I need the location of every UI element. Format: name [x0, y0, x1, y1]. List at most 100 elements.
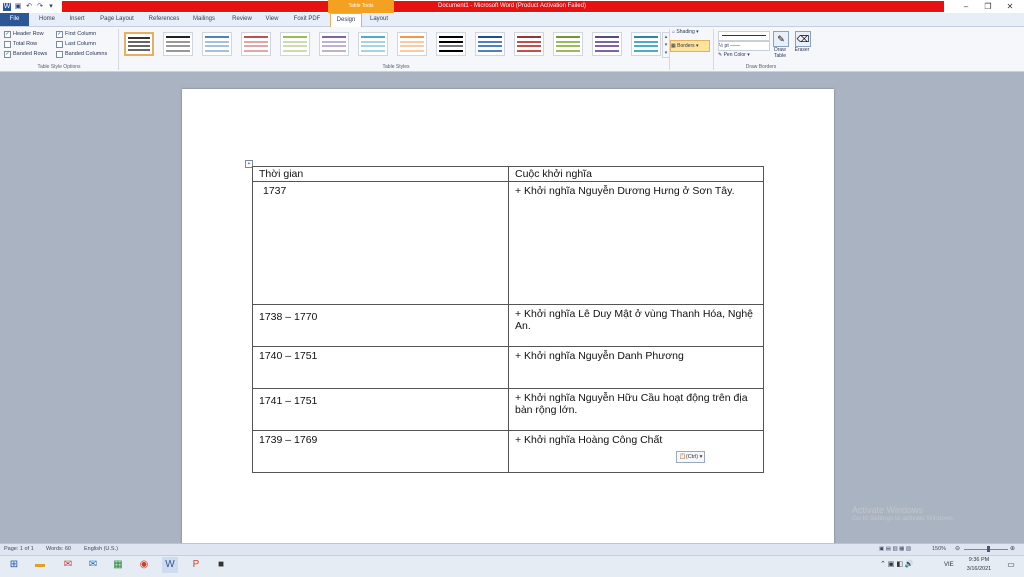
checkbox-checked-icon: ✓ [4, 30, 11, 38]
page-count[interactable]: Page: 1 of 1 [4, 543, 34, 555]
table-header-cell[interactable]: Thời gian [252, 166, 509, 182]
checkbox-empty-icon [56, 50, 63, 58]
window-title: Document1 - Microsoft Word (Product Acti… [438, 3, 586, 9]
restore-button[interactable]: ❐ [978, 0, 998, 13]
pen-color-button[interactable]: ✎ Pen Color ▾ [718, 52, 750, 58]
table-header-cell[interactable]: Cuộc khởi nghĩa [508, 166, 764, 182]
word-taskbar-icon[interactable]: W [162, 557, 178, 573]
tab-layout[interactable]: Layout [364, 13, 394, 26]
header-row-checkbox[interactable]: ✓ Header Row [4, 29, 47, 39]
tab-page-layout[interactable]: Page Layout [96, 13, 138, 26]
minimize-button[interactable]: – [956, 0, 976, 13]
zoom-level[interactable]: 150% [932, 543, 946, 555]
table-style-light-red[interactable] [241, 32, 271, 56]
table-row: 1741 – 1751 + Khởi nghĩa Nguyễn Hữu Cầu … [252, 388, 764, 431]
file-explorer-icon[interactable]: ▬ [32, 557, 48, 573]
draw-table-icon[interactable]: ✎ [773, 31, 789, 47]
zoom-out-icon[interactable]: ⊖ [955, 546, 960, 552]
zoom-thumb[interactable] [987, 546, 990, 552]
table-style-light-shading[interactable] [163, 32, 193, 56]
shading-icon: ⌂ [672, 29, 676, 35]
table-cell-uprising[interactable]: + Khởi nghĩa Nguyễn Danh Phương [508, 346, 764, 389]
checkbox-checked-icon: ✓ [4, 50, 11, 58]
system-tray-icons[interactable]: ⌃ ▣ ◧ 🔊 [880, 557, 914, 573]
table-cell-period[interactable]: 1739 – 1769 [252, 430, 509, 473]
table-style-medium-red[interactable] [514, 32, 544, 56]
language-indicator[interactable]: English (U.S.) [84, 543, 118, 555]
tab-design[interactable]: Design [330, 13, 362, 27]
table-style-plain-grid[interactable] [124, 32, 154, 56]
total-row-checkbox[interactable]: Total Row [4, 39, 47, 49]
paste-options-button[interactable]: 📋(Ctrl) ▾ [676, 451, 706, 463]
table-style-medium-black[interactable] [436, 32, 466, 56]
table-row: 1740 – 1751 + Khởi nghĩa Nguyễn Danh Phư… [252, 346, 764, 389]
table-row: 1738 – 1770 + Khởi nghĩa Lê Duy Mật ở vù… [252, 304, 764, 347]
banded-columns-checkbox[interactable]: Banded Columns [56, 49, 107, 59]
table-style-light-orange[interactable] [397, 32, 427, 56]
table-cell-period[interactable]: 1738 – 1770 [252, 304, 509, 347]
watermark-title: Activate Windows [852, 505, 924, 515]
last-column-checkbox[interactable]: Last Column [56, 39, 107, 49]
table-style-medium-aqua[interactable] [631, 32, 661, 56]
tab-file[interactable]: File [0, 13, 29, 26]
group-label-table-styles: Table Styles [382, 64, 410, 70]
tab-view[interactable]: View [262, 13, 282, 26]
banded-rows-checkbox[interactable]: ✓ Banded Rows [4, 49, 47, 59]
document-table: Thời gian Cuộc khởi nghĩa 1737 + Khởi ng… [252, 166, 764, 473]
table-cell-uprising[interactable]: + Khởi nghĩa Nguyễn Hữu Cầu hoạt động tr… [508, 388, 764, 431]
table-style-light-aqua[interactable] [358, 32, 388, 56]
borders-button[interactable]: ▦ Borders ▾ [670, 40, 710, 52]
table-cell-period[interactable]: 1741 – 1751 [252, 388, 509, 431]
zoom-slider[interactable]: ⊖ ⊕ [955, 546, 1017, 552]
clock[interactable]: 9:36 PM 3/16/2021 [962, 556, 996, 574]
checkbox-empty-icon [4, 40, 11, 48]
tab-home[interactable]: Home [34, 13, 60, 26]
line-weight-select[interactable]: ½ pt —— [718, 41, 770, 51]
word-count[interactable]: Words: 60 [46, 543, 71, 555]
table-style-light-green[interactable] [280, 32, 310, 56]
app-icon-dark[interactable]: ■ [213, 557, 229, 573]
view-buttons[interactable]: ▣ ▤ ▥ ▦ ▧ [879, 543, 911, 555]
group-label-style-options: Table Style Options [37, 64, 81, 70]
zoom-track [964, 549, 1008, 550]
input-language[interactable]: VIE [944, 557, 954, 573]
table-cell-period[interactable]: 1737 [252, 181, 509, 305]
eraser-icon[interactable]: ⌫ [795, 31, 811, 47]
table-cell-uprising[interactable]: + Khởi nghĩa Lê Duy Mật ở vùng Thanh Hóa… [508, 304, 764, 347]
table-cell-uprising[interactable]: + Khởi nghĩa Nguyễn Dương Hưng ở Sơn Tây… [508, 181, 764, 305]
draw-table-label: Draw Table [774, 47, 786, 59]
taskbar [0, 555, 1024, 577]
checkbox-checked-icon: ✓ [56, 30, 63, 38]
app-icon-red[interactable]: ✉ [60, 557, 76, 573]
start-icon[interactable]: ⊞ [6, 557, 22, 573]
first-column-checkbox[interactable]: ✓ First Column [56, 29, 107, 39]
table-style-light-blue[interactable] [202, 32, 232, 56]
table-cell-uprising[interactable]: + Khởi nghĩa Hoàng Công Chất [508, 430, 764, 473]
shading-button[interactable]: ⌂ Shading ▾ [672, 29, 699, 35]
zoom-in-icon[interactable]: ⊕ [1010, 546, 1015, 552]
table-style-medium-blue[interactable] [475, 32, 505, 56]
table-style-options: ✓ Header Row Total Row ✓ Banded Rows [4, 29, 47, 59]
table-style-medium-purple[interactable] [592, 32, 622, 56]
tab-references[interactable]: References [144, 13, 184, 26]
mail-icon[interactable]: ✉ [85, 557, 101, 573]
table-header-row: Thời gian Cuộc khởi nghĩa [252, 166, 764, 182]
line-style-select[interactable] [718, 31, 770, 41]
notifications-icon[interactable]: ▭ [1003, 557, 1019, 573]
tab-foxit-pdf[interactable]: Foxit PDF [289, 13, 325, 26]
table-cell-period[interactable]: 1740 – 1751 [252, 346, 509, 389]
tab-insert[interactable]: Insert [63, 13, 91, 26]
table-style-light-purple[interactable] [319, 32, 349, 56]
pen-icon: ✎ [718, 52, 723, 58]
excel-icon[interactable]: ▦ [110, 557, 126, 573]
tab-review[interactable]: Review [228, 13, 256, 26]
clock-date: 3/16/2021 [966, 566, 992, 572]
chrome-icon[interactable]: ◉ [136, 557, 152, 573]
table-style-medium-green[interactable] [553, 32, 583, 56]
tab-mailings[interactable]: Mailings [189, 13, 219, 26]
powerpoint-icon[interactable]: P [188, 557, 204, 573]
checkbox-empty-icon [56, 40, 63, 48]
ribbon-separator [118, 29, 119, 70]
close-button[interactable]: ✕ [1000, 0, 1020, 13]
table-style-options-columns: ✓ First Column Last Column Banded Columns [56, 29, 107, 59]
